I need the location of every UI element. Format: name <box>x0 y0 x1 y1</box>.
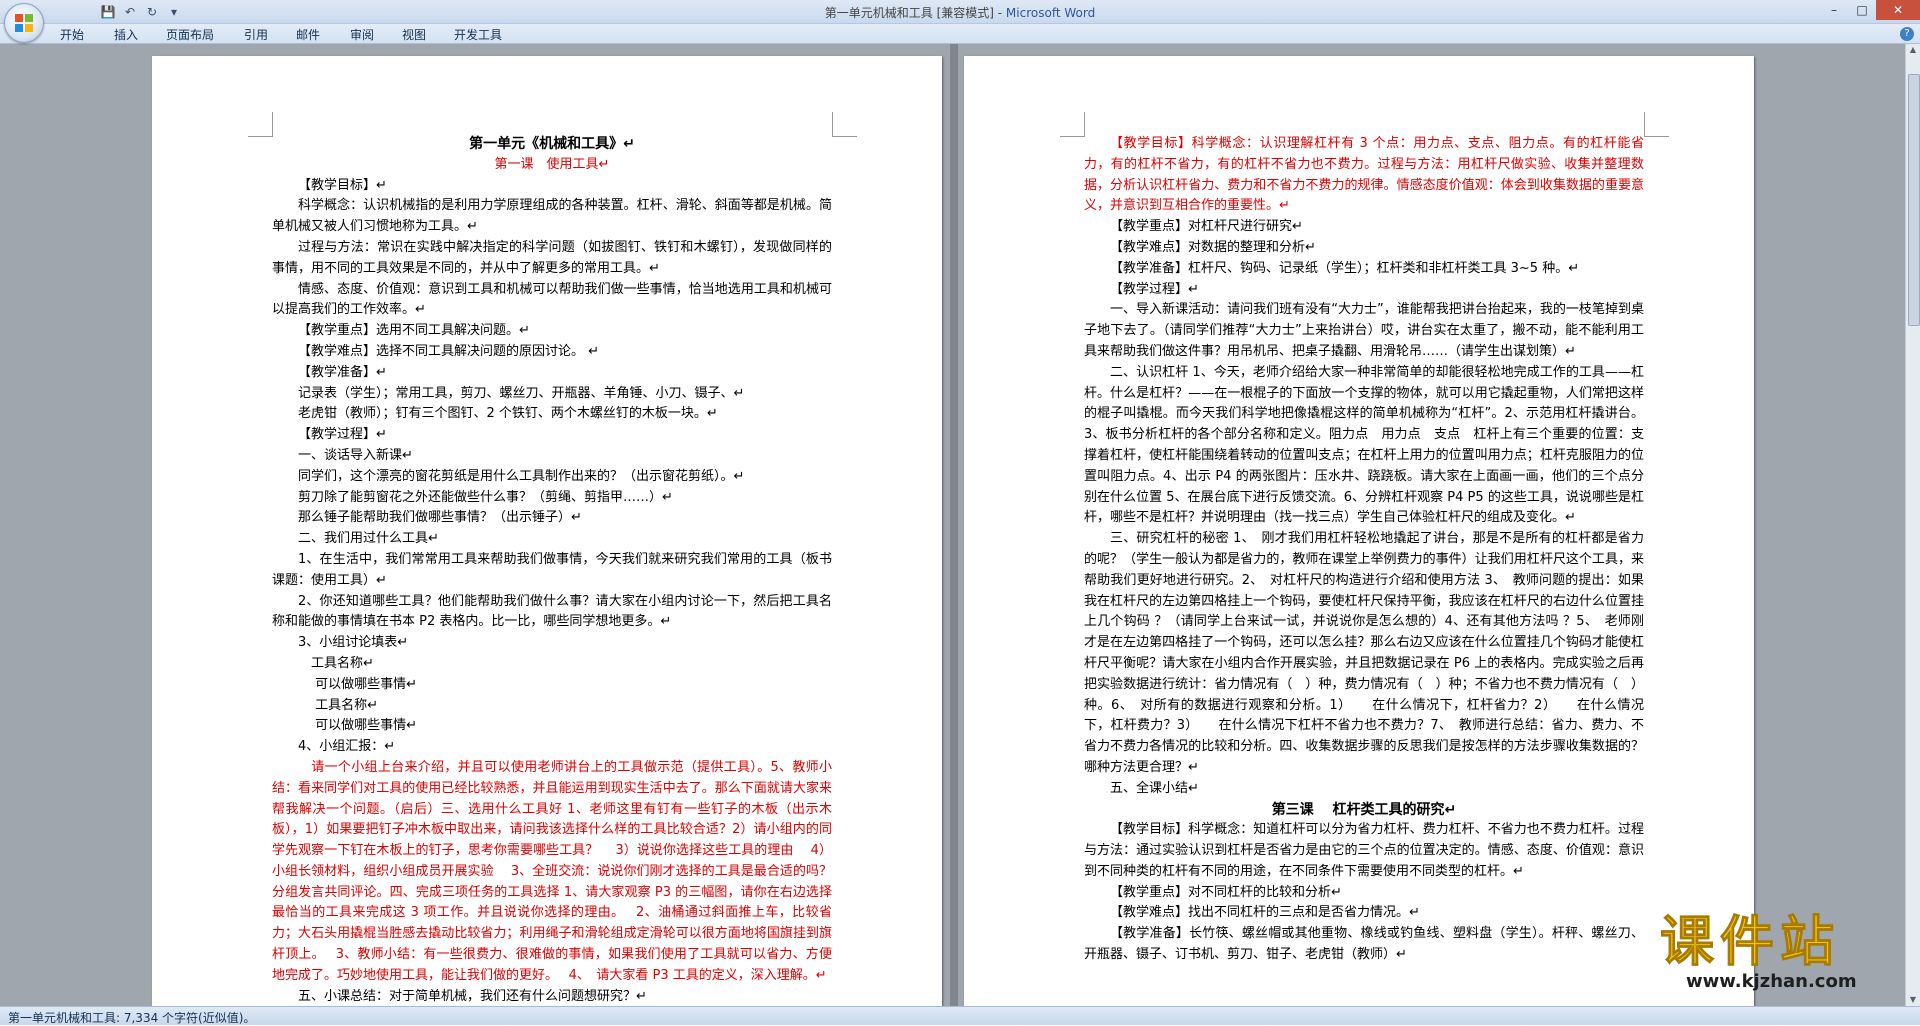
paragraph: 【教学准备】长竹筷、螺丝帽或其他重物、橡线或钓鱼线、塑料盘（学生）。杆秤、螺丝刀… <box>1084 926 1644 963</box>
scroll-thumb[interactable] <box>1908 74 1920 326</box>
paragraph: 工具名称↵ <box>298 655 374 671</box>
help-icon[interactable]: ? <box>1900 27 1914 41</box>
paragraph: 过程与方法：常识在实践中解决指定的科学问题（如拔图钉、铁钉和木螺钉），发现做同样… <box>272 239 832 276</box>
watermark-text: 课件站 <box>1660 910 1840 973</box>
paragraph: 一、导入新课活动：请问我们班有没有“大力士”，谁能帮我把讲台抬起来，我的一枝笔掉… <box>1084 302 1644 359</box>
crop-mark <box>832 112 857 137</box>
paragraph: 第一单元《机械和工具》↵ <box>469 136 635 152</box>
tab-home[interactable]: 开始 <box>60 26 84 43</box>
tab-view[interactable]: 视图 <box>402 26 426 43</box>
page-left[interactable]: 第一单元《机械和工具》↵ 第一课 使用工具↵ 【教学目标】↵ 科学概念：认识机械指的是… <box>152 56 942 1006</box>
watermark-url: www.kjzhan.com <box>1686 971 1857 992</box>
paragraph: 二、我们用过什么工具↵ <box>298 531 439 547</box>
page-right-text[interactable]: 【教学目标】科学概念：认识理解杠杆有 3 个点：用力点、支点、阻力点。有的杠杆能… <box>1084 134 1644 966</box>
status-bar: 第一单元机械和工具: 7,334 个字符(近似值)。 <box>0 1006 1920 1025</box>
paragraph: 【教学重点】选用不同工具解决问题。↵ <box>298 323 530 339</box>
paragraph: 老虎钳（教师）；钉有三个图钉、2 个铁钉、两个木螺丝钉的木板一块。↵ <box>298 406 718 422</box>
document-area[interactable]: 第一单元《机械和工具》↵ 第一课 使用工具↵ 【教学目标】↵ 科学概念：认识机械指的是… <box>0 44 1906 1006</box>
paragraph: 【教学重点】对杠杆尺进行研究↵ <box>1110 219 1303 235</box>
crop-mark <box>1060 112 1085 137</box>
scroll-up-icon[interactable]: ▲ <box>1908 44 1918 56</box>
paragraph: 三、研究杠杆的秘密 1、 刚才我们用杠杆轻松地撬起了讲台，那是不是所有的杠杆都是… <box>1084 531 1644 775</box>
tab-insert[interactable]: 插入 <box>114 26 138 43</box>
tab-references[interactable]: 引用 <box>244 26 268 43</box>
page-left-text[interactable]: 第一单元《机械和工具》↵ 第一课 使用工具↵ 【教学目标】↵ 科学概念：认识机械指的是… <box>272 134 832 1006</box>
scroll-down-icon[interactable]: ▼ <box>1908 994 1918 1006</box>
paragraph: 【教学准备】↵ <box>298 364 387 380</box>
paragraph: 剪刀除了能剪窗花之外还能做些什么事？（剪绳、剪指甲……）↵ <box>298 489 673 505</box>
crop-mark <box>1644 112 1669 137</box>
paragraph: 【教学难点】选择不同工具解决问题的原因讨论。 ↵ <box>298 343 600 359</box>
paragraph: 【教学重点】对不同杠杆的比较和分析↵ <box>1110 884 1342 900</box>
word-count[interactable]: 第一单元机械和工具: 7,334 个字符(近似值)。 <box>8 1009 255 1026</box>
paragraph: 工具名称↵ <box>298 697 379 713</box>
paragraph: 【教学目标】科学概念：知道杠杆可以分为省力杠杆、费力杠杆、不省力也不费力杠杆。过… <box>1084 822 1644 879</box>
tab-page-layout[interactable]: 页面布局 <box>166 26 214 43</box>
tab-developer[interactable]: 开发工具 <box>454 26 502 43</box>
paragraph: 可以做哪些事情↵ <box>298 676 418 692</box>
close-icon[interactable]: ✕ <box>1876 0 1920 20</box>
crop-mark <box>248 112 273 137</box>
window-title: 第一单元机械和工具 [兼容模式] - Microsoft Word <box>824 6 1096 20</box>
paragraph: 科学概念：认识机械指的是利用力学原理组成的各种装置。杠杆、滑轮、斜面等都是机械。… <box>272 198 832 235</box>
paragraph: 第三课 杠杆类工具的研究↵ <box>1271 801 1457 818</box>
paragraph: 请一个小组上台来介绍，并且可以使用老师讲台上的工具做示范（提供工具）。5、教师小… <box>272 759 832 983</box>
paragraph: 同学们，这个漂亮的窗花剪纸是用什么工具制作出来的？（出示窗花剪纸）。↵ <box>298 468 745 484</box>
minimize-icon[interactable]: – <box>1820 0 1848 20</box>
paragraph: 记录表（学生）；常用工具，剪刀、螺丝刀、开瓶器、羊角锤、小刀、镊子、↵ <box>298 385 745 401</box>
paragraph: 3、小组讨论填表↵ <box>298 635 409 651</box>
window-controls: – □ ✕ <box>1820 0 1920 20</box>
paragraph: 二、认识杠杆 1、今天，老师介绍给大家一种非常简单的却能很轻松地完成工作的工具—… <box>1084 364 1644 526</box>
paragraph: 【教学目标】科学概念：认识理解杠杆有 3 个点：用力点、支点、阻力点。有的杠杆能… <box>1084 136 1644 214</box>
office-button[interactable] <box>4 3 44 43</box>
paragraph: 【教学过程】↵ <box>1110 281 1199 297</box>
paragraph: 【教学难点】找出不同杠杆的三点和是否省力情况。↵ <box>1110 905 1420 921</box>
paragraph: 五、全课小结↵ <box>1110 780 1199 796</box>
tab-mailings[interactable]: 邮件 <box>296 26 320 43</box>
page-gap <box>950 44 958 1006</box>
paragraph: 1、在生活中，我们常常用工具来帮助我们做事情，今天我们就来研究我们常用的工具（板… <box>272 551 832 588</box>
page-right[interactable]: 【教学目标】科学概念：认识理解杠杆有 3 个点：用力点、支点、阻力点。有的杠杆能… <box>964 56 1754 1006</box>
paragraph: 五、小课总结：对于简单机械，我们还有什么问题想研究？↵ <box>298 988 647 1004</box>
paragraph: 可以做哪些事情↵ <box>298 718 418 734</box>
watermark-logo: 课件站 www.kjzhan.com <box>1660 910 1857 992</box>
paragraph: 一、谈话导入新课↵ <box>298 447 413 463</box>
tab-review[interactable]: 审阅 <box>350 26 374 43</box>
paragraph: 【教学准备】杠杆尺、钩码、记录纸（学生）；杠杆类和非杠杆类工具 3~5 种。↵ <box>1110 260 1580 276</box>
paragraph: 情感、态度、价值观：意识到工具和机械可以帮助我们做一些事情，恰当地选用工具和机械… <box>272 281 832 318</box>
office-logo-icon <box>15 14 33 32</box>
paragraph: 那么锤子能帮助我们做哪些事情？（出示锤子）↵ <box>298 510 582 526</box>
paragraph: 【教学难点】对数据的整理和分析↵ <box>1110 239 1316 255</box>
paragraph: 【教学目标】↵ <box>298 177 387 193</box>
paragraph: 第一课 使用工具↵ <box>494 156 610 172</box>
ribbon-tabs: 开始 插入 页面布局 引用 邮件 审阅 视图 开发工具 ? <box>0 24 1920 44</box>
maximize-icon[interactable]: □ <box>1848 0 1876 20</box>
vertical-scrollbar[interactable]: ▲ ▼ <box>1905 44 1920 1006</box>
paragraph: 4、小组汇报：↵ <box>298 739 396 755</box>
paragraph: 【教学过程】↵ <box>298 427 387 443</box>
title-bar: 💾 ↶ ↻ ▾ 第一单元机械和工具 [兼容模式] - Microsoft Wor… <box>0 0 1920 24</box>
paragraph: 2、你还知道哪些工具？他们能帮助我们做什么事？请大家在小组内讨论一下，然后把工具… <box>272 593 832 630</box>
